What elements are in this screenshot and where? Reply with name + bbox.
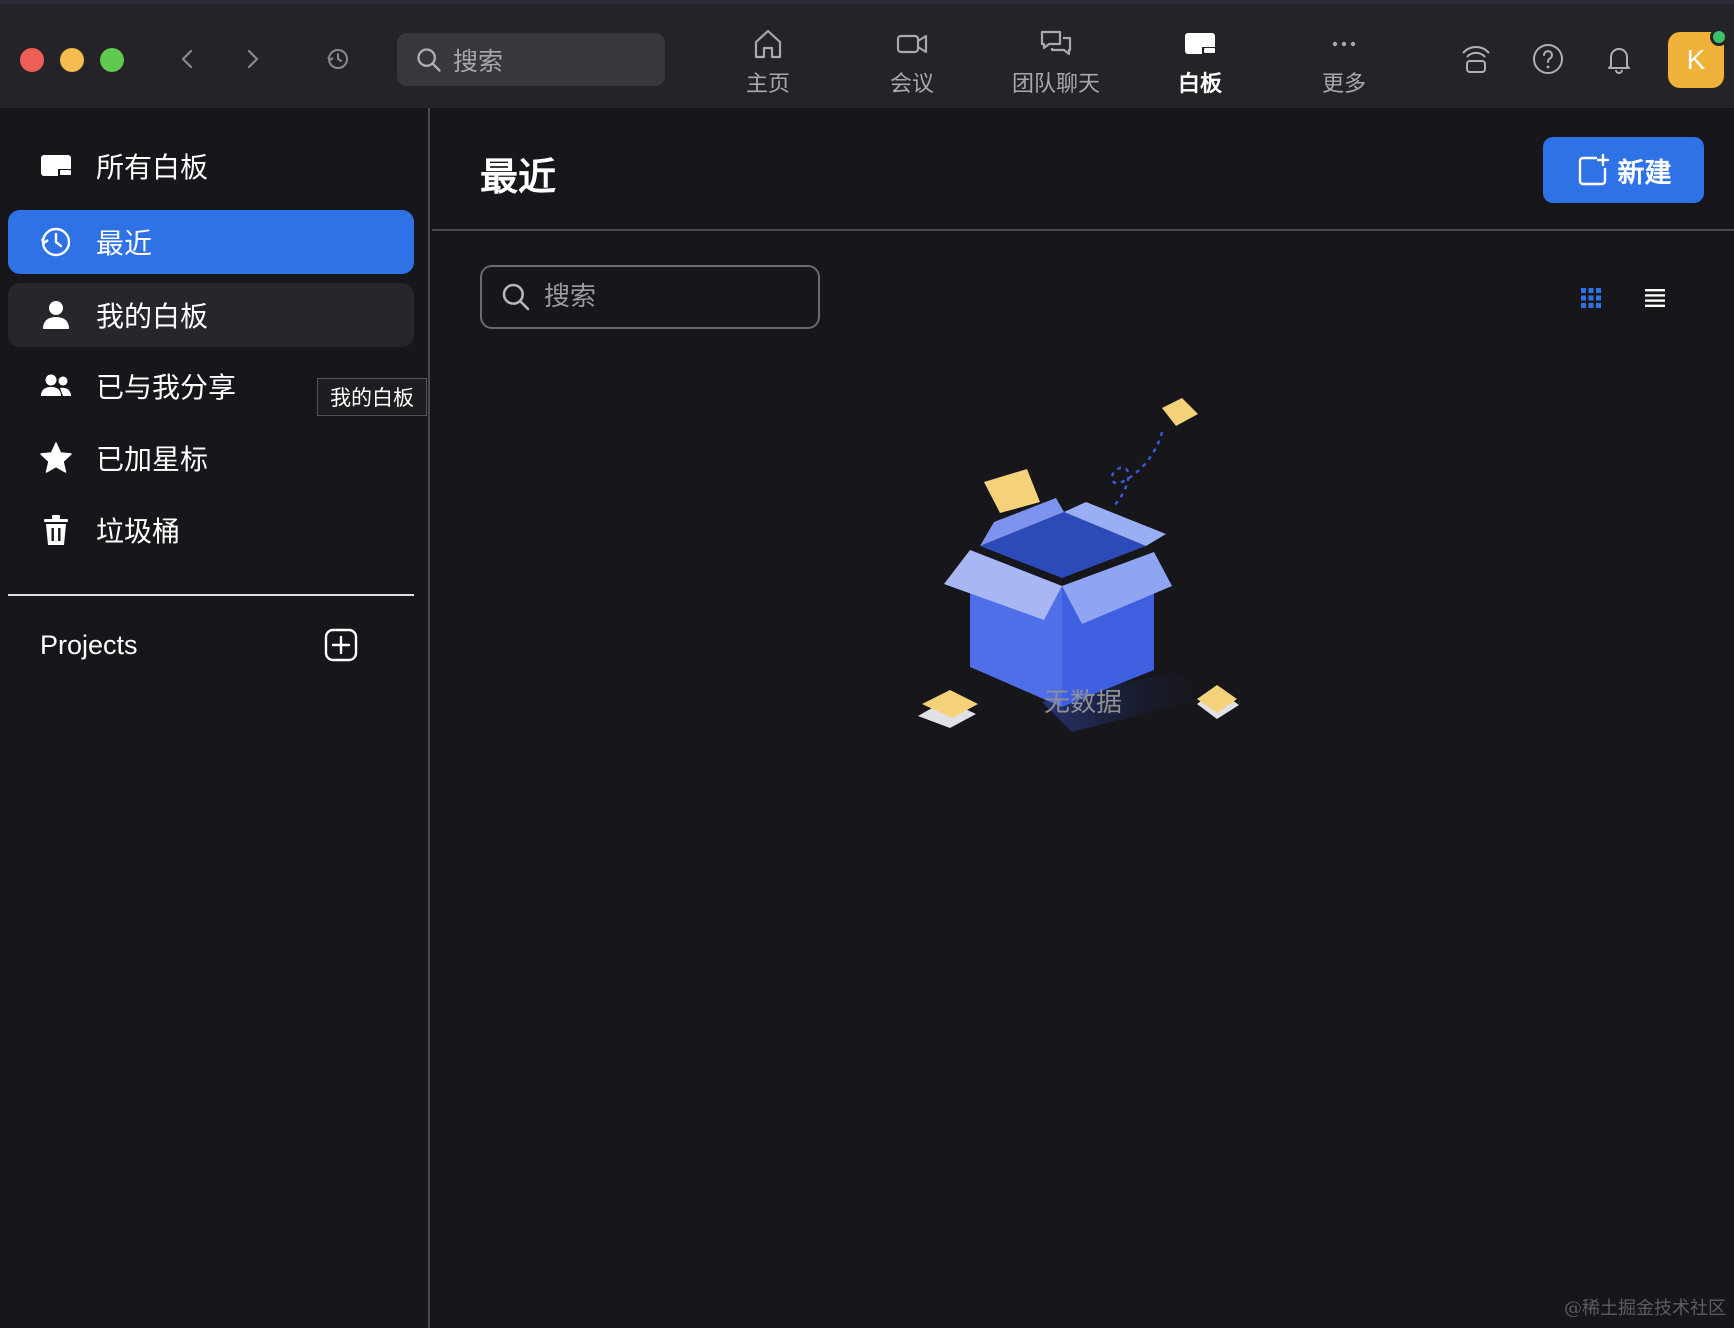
whiteboard-search-field[interactable]	[480, 265, 820, 329]
chevron-right-icon	[247, 49, 259, 69]
tab-meetings-label: 会议	[889, 72, 934, 97]
trash-icon	[38, 512, 74, 548]
new-whiteboard-icon	[1578, 153, 1609, 186]
notifications-button[interactable]	[1600, 40, 1638, 78]
history-icon	[327, 49, 348, 69]
sidebar-item-recent[interactable]: 最近	[8, 210, 414, 274]
whiteboard-search-input[interactable]	[544, 282, 804, 312]
home-icon	[754, 29, 782, 59]
watermark: @稀土掘金技术社区	[1564, 1298, 1726, 1319]
search-icon	[502, 283, 530, 311]
chat-icon	[1040, 30, 1072, 56]
empty-state-text: 无数据	[1043, 688, 1122, 718]
tab-whiteboards-label: 白板	[1177, 72, 1222, 97]
bell-icon	[1608, 48, 1630, 74]
more-icon	[1332, 41, 1356, 47]
list-view-button[interactable]	[1639, 282, 1671, 314]
sidebar: 所有白板 最近 我的白板 已与我分享 已加星标 垃圾桶 Projects	[0, 108, 430, 1328]
tab-home-label: 主页	[745, 72, 790, 97]
tab-more-label: 更多	[1321, 72, 1366, 97]
sidebar-item-label: 已加星标	[96, 443, 209, 476]
sidebar-tooltip: 我的白板	[317, 378, 427, 416]
user-icon	[38, 297, 74, 333]
sidebar-item-trash[interactable]: 垃圾桶	[8, 498, 414, 562]
clock-icon	[38, 224, 74, 260]
sidebar-item-label: 最近	[96, 227, 153, 260]
tab-whiteboards[interactable]: 白板	[1135, 26, 1265, 104]
help-button[interactable]	[1529, 40, 1567, 78]
sidebar-item-starred[interactable]: 已加星标	[8, 426, 414, 490]
add-project-icon[interactable]	[324, 628, 358, 662]
sidebar-item-my-whiteboards[interactable]: 我的白板	[8, 283, 414, 347]
search-icon	[417, 47, 441, 72]
sidebar-divider	[8, 594, 414, 596]
sidebar-item-all-whiteboards[interactable]: 所有白板	[8, 134, 414, 198]
users-icon	[38, 368, 74, 404]
whiteboard-icon	[1185, 33, 1215, 54]
video-icon	[896, 34, 928, 54]
chevron-left-icon	[181, 49, 193, 69]
new-whiteboard-button[interactable]: 新建	[1543, 137, 1704, 203]
page-title: 最近	[480, 155, 557, 199]
tab-meetings[interactable]: 会议	[847, 26, 977, 104]
sidebar-item-label: 已与我分享	[96, 371, 237, 404]
global-search-placeholder: 搜索	[453, 46, 504, 76]
history-button[interactable]	[320, 40, 356, 78]
tab-home[interactable]: 主页	[703, 26, 833, 104]
grid-view-icon	[1581, 288, 1601, 308]
whiteboard-icon	[38, 148, 74, 184]
grid-view-button[interactable]	[1575, 282, 1607, 314]
list-view-icon	[1645, 289, 1665, 307]
title-bar: 搜索 主页 会议 团队聊天 白板 更多 K	[0, 0, 1734, 108]
sidebar-item-label: 垃圾桶	[96, 515, 181, 548]
online-status-dot	[1710, 28, 1728, 46]
sidebar-item-label: 我的白板	[96, 300, 209, 333]
main-content: 最近 新建 搜索 无数据	[432, 108, 1734, 1328]
back-button[interactable]	[170, 40, 206, 78]
room-connect-button[interactable]	[1457, 40, 1495, 78]
tab-more[interactable]: 更多	[1279, 26, 1409, 104]
star-icon	[38, 440, 74, 476]
empty-box-illustration	[918, 398, 1239, 732]
global-search-field[interactable]: 搜索	[397, 33, 665, 86]
minimize-window-button[interactable]	[60, 48, 84, 72]
app-window: 搜索 主页 会议 团队聊天 白板 更多 K 所有白板 最近 我的白板 已与我分享…	[0, 0, 1734, 1328]
tab-team-chat[interactable]: 团队聊天	[991, 26, 1121, 104]
sidebar-item-label: 所有白板	[96, 151, 209, 184]
forward-button[interactable]	[234, 40, 270, 78]
help-icon	[1533, 44, 1563, 74]
header-divider	[432, 229, 1734, 231]
wireless-share-icon	[1462, 46, 1490, 73]
new-whiteboard-label: 新建	[1617, 157, 1672, 189]
tab-team-chat-label: 团队聊天	[1011, 72, 1100, 97]
projects-label: Projects	[40, 630, 138, 660]
zoom-window-button[interactable]	[100, 48, 124, 72]
close-window-button[interactable]	[20, 48, 44, 72]
